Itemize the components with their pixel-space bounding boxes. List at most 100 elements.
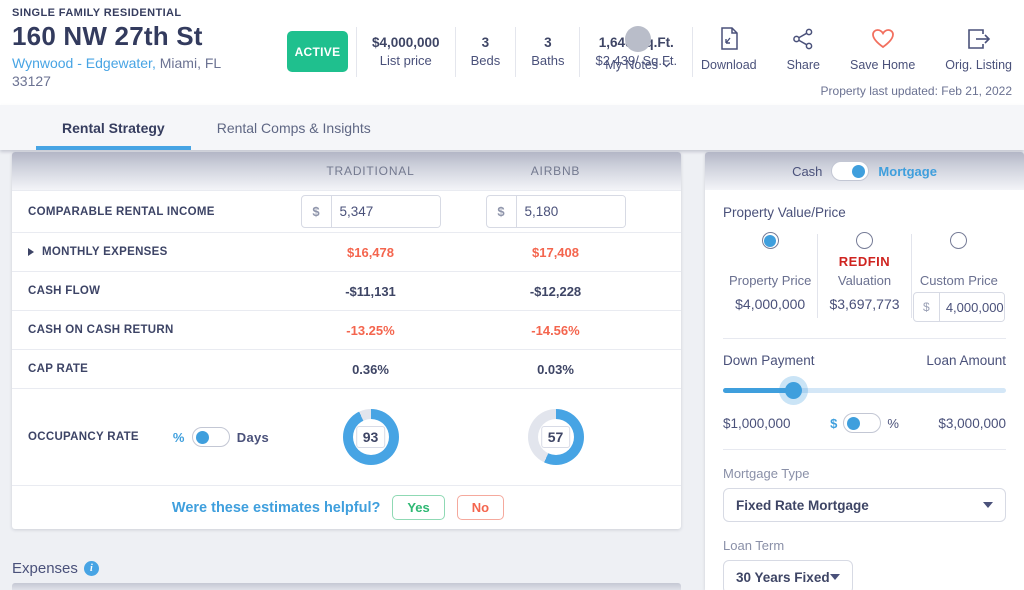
airbnb-income-input[interactable] bbox=[517, 196, 625, 227]
airbnb-cap-rate: 0.03% bbox=[463, 362, 648, 377]
my-notes-avatar-icon bbox=[625, 26, 651, 52]
property-header: SINGLE FAMILY RESIDENTIAL 160 NW 27th St… bbox=[0, 0, 1024, 105]
cash-toggle-label[interactable]: Cash bbox=[792, 164, 822, 179]
orig-listing-button[interactable]: Orig. Listing bbox=[945, 26, 1012, 72]
airbnb-cash-flow: -$12,228 bbox=[463, 284, 648, 299]
slider-knob[interactable] bbox=[785, 382, 802, 399]
traditional-monthly-expenses: $16,478 bbox=[278, 245, 463, 260]
my-notes-button[interactable]: My Notes bbox=[605, 26, 671, 72]
mortgage-type-select[interactable]: Fixed Rate Mortgage bbox=[723, 488, 1006, 522]
custom-price-input[interactable] bbox=[940, 293, 1004, 321]
stat-label: List price bbox=[372, 52, 440, 71]
chevron-down-icon bbox=[662, 62, 671, 68]
row-monthly-expenses: MONTHLY EXPENSES $16,478 $17,408 bbox=[12, 232, 681, 271]
mortgage-type-label: Mortgage Type bbox=[723, 466, 1006, 481]
tab-rental-comps-insights[interactable]: Rental Comps & Insights bbox=[191, 105, 397, 150]
stat-value: 3 bbox=[471, 33, 501, 53]
row-label: CAP RATE bbox=[28, 363, 278, 375]
property-value-title: Property Value/Price bbox=[723, 205, 1006, 220]
rental-strategy-card: TRADITIONAL AIRBNB COMPARABLE RENTAL INC… bbox=[12, 152, 681, 529]
download-button[interactable]: Download bbox=[701, 26, 757, 72]
row-comparable-rental-income: COMPARABLE RENTAL INCOME $ $ bbox=[12, 190, 681, 232]
stat-beds: 3 Beds bbox=[455, 27, 516, 77]
traditional-occupancy-value: 93 bbox=[356, 426, 386, 448]
neighborhood-link[interactable]: Wynwood - Edgewater, bbox=[12, 55, 156, 71]
status-badge: ACTIVE bbox=[287, 31, 348, 72]
airbnb-occupancy-value: 57 bbox=[541, 426, 571, 448]
traditional-coc-return: -13.25% bbox=[278, 323, 463, 338]
traditional-income-input[interactable] bbox=[332, 196, 440, 227]
mortgage-toggle-label[interactable]: Mortgage bbox=[878, 164, 937, 179]
feedback-no-button[interactable]: No bbox=[457, 495, 504, 520]
percent-toggle-label[interactable]: % bbox=[887, 416, 899, 431]
stat-label: Beds bbox=[471, 52, 501, 71]
down-payment-slider[interactable] bbox=[723, 382, 1006, 400]
custom-price-radio[interactable] bbox=[950, 232, 967, 249]
option-value: $3,697,773 bbox=[829, 296, 899, 312]
custom-price-input-group: $ bbox=[913, 292, 1005, 322]
option-label: Property Price bbox=[729, 273, 811, 288]
currency-prefix: $ bbox=[914, 293, 940, 321]
info-icon[interactable]: i bbox=[84, 561, 99, 576]
loan-term-label: Loan Term bbox=[723, 538, 1006, 553]
occupancy-unit-toggle[interactable] bbox=[192, 427, 230, 447]
expenses-section-title: Expenses i bbox=[12, 560, 99, 577]
option-label: Custom Price bbox=[920, 273, 998, 288]
city-state-label: Miami, FL bbox=[156, 55, 221, 71]
feedback-yes-button[interactable]: Yes bbox=[392, 495, 444, 520]
property-price-radio[interactable] bbox=[762, 232, 779, 249]
row-occupancy-rate: OCCUPANCY RATE % Days 93 57 bbox=[12, 388, 681, 485]
dollar-percent-toggle[interactable] bbox=[843, 413, 881, 433]
last-updated-text: Property last updated: Feb 21, 2022 bbox=[821, 84, 1012, 98]
stat-value: $4,000,000 bbox=[372, 33, 440, 53]
row-cash-on-cash-return: CASH ON CASH RETURN -13.25% -14.56% bbox=[12, 310, 681, 349]
column-airbnb: AIRBNB bbox=[463, 164, 648, 178]
action-label: Save Home bbox=[850, 58, 915, 72]
property-type-label: SINGLE FAMILY RESIDENTIAL bbox=[12, 7, 221, 19]
expenses-title-text: Expenses bbox=[12, 560, 78, 577]
loan-amount-value: $3,000,000 bbox=[938, 416, 1006, 431]
cash-mortgage-toggle[interactable] bbox=[831, 161, 869, 181]
redfin-valuation-radio[interactable] bbox=[856, 232, 873, 249]
down-payment-label: Down Payment bbox=[723, 353, 815, 368]
property-address: 160 NW 27th St bbox=[12, 21, 221, 52]
toggle-percent-label[interactable]: % bbox=[173, 430, 185, 445]
heart-icon bbox=[871, 28, 895, 50]
action-label: My Notes bbox=[605, 58, 658, 72]
loan-amount-label: Loan Amount bbox=[926, 353, 1006, 368]
currency-prefix: $ bbox=[487, 196, 517, 227]
row-label: CASH FLOW bbox=[28, 285, 278, 297]
tab-rental-strategy[interactable]: Rental Strategy bbox=[36, 105, 191, 150]
stat-baths: 3 Baths bbox=[515, 27, 579, 77]
dollar-toggle-label[interactable]: $ bbox=[830, 416, 837, 431]
share-button[interactable]: Share bbox=[787, 26, 820, 72]
option-label: Valuation bbox=[838, 273, 891, 288]
header-actions: My Notes Download Share bbox=[605, 26, 1012, 72]
action-label: Share bbox=[787, 58, 820, 72]
traditional-cap-rate: 0.36% bbox=[278, 362, 463, 377]
row-label: CASH ON CASH RETURN bbox=[28, 324, 278, 336]
row-cap-rate: CAP RATE 0.36% 0.03% bbox=[12, 349, 681, 388]
expand-arrow-icon[interactable] bbox=[28, 248, 34, 256]
stat-label: Baths bbox=[531, 52, 564, 71]
stat-value: 3 bbox=[531, 33, 564, 53]
loan-term-select[interactable]: 30 Years Fixed bbox=[723, 560, 853, 590]
option-property-price: Property Price $4,000,000 bbox=[723, 232, 817, 322]
down-payment-value: $1,000,000 bbox=[723, 416, 791, 431]
traditional-cash-flow: -$11,131 bbox=[278, 284, 463, 299]
save-home-button[interactable]: Save Home bbox=[850, 26, 915, 72]
toggle-days-label[interactable]: Days bbox=[237, 430, 269, 445]
download-pdf-icon bbox=[719, 27, 739, 51]
option-value: $4,000,000 bbox=[735, 296, 805, 312]
caret-down-icon bbox=[830, 574, 840, 580]
zip-code: 33127 bbox=[12, 73, 221, 89]
airbnb-income-input-group: $ bbox=[486, 195, 626, 228]
row-label: MONTHLY EXPENSES bbox=[42, 246, 168, 258]
caret-down-icon bbox=[983, 502, 993, 508]
divider bbox=[723, 449, 1006, 450]
price-options: Property Price $4,000,000 REDFIN Valuati… bbox=[723, 232, 1006, 322]
feedback-row: Were these estimates helpful? Yes No bbox=[12, 485, 681, 529]
row-label: OCCUPANCY RATE bbox=[28, 431, 139, 443]
divider bbox=[723, 338, 1006, 339]
airbnb-coc-return: -14.56% bbox=[463, 323, 648, 338]
